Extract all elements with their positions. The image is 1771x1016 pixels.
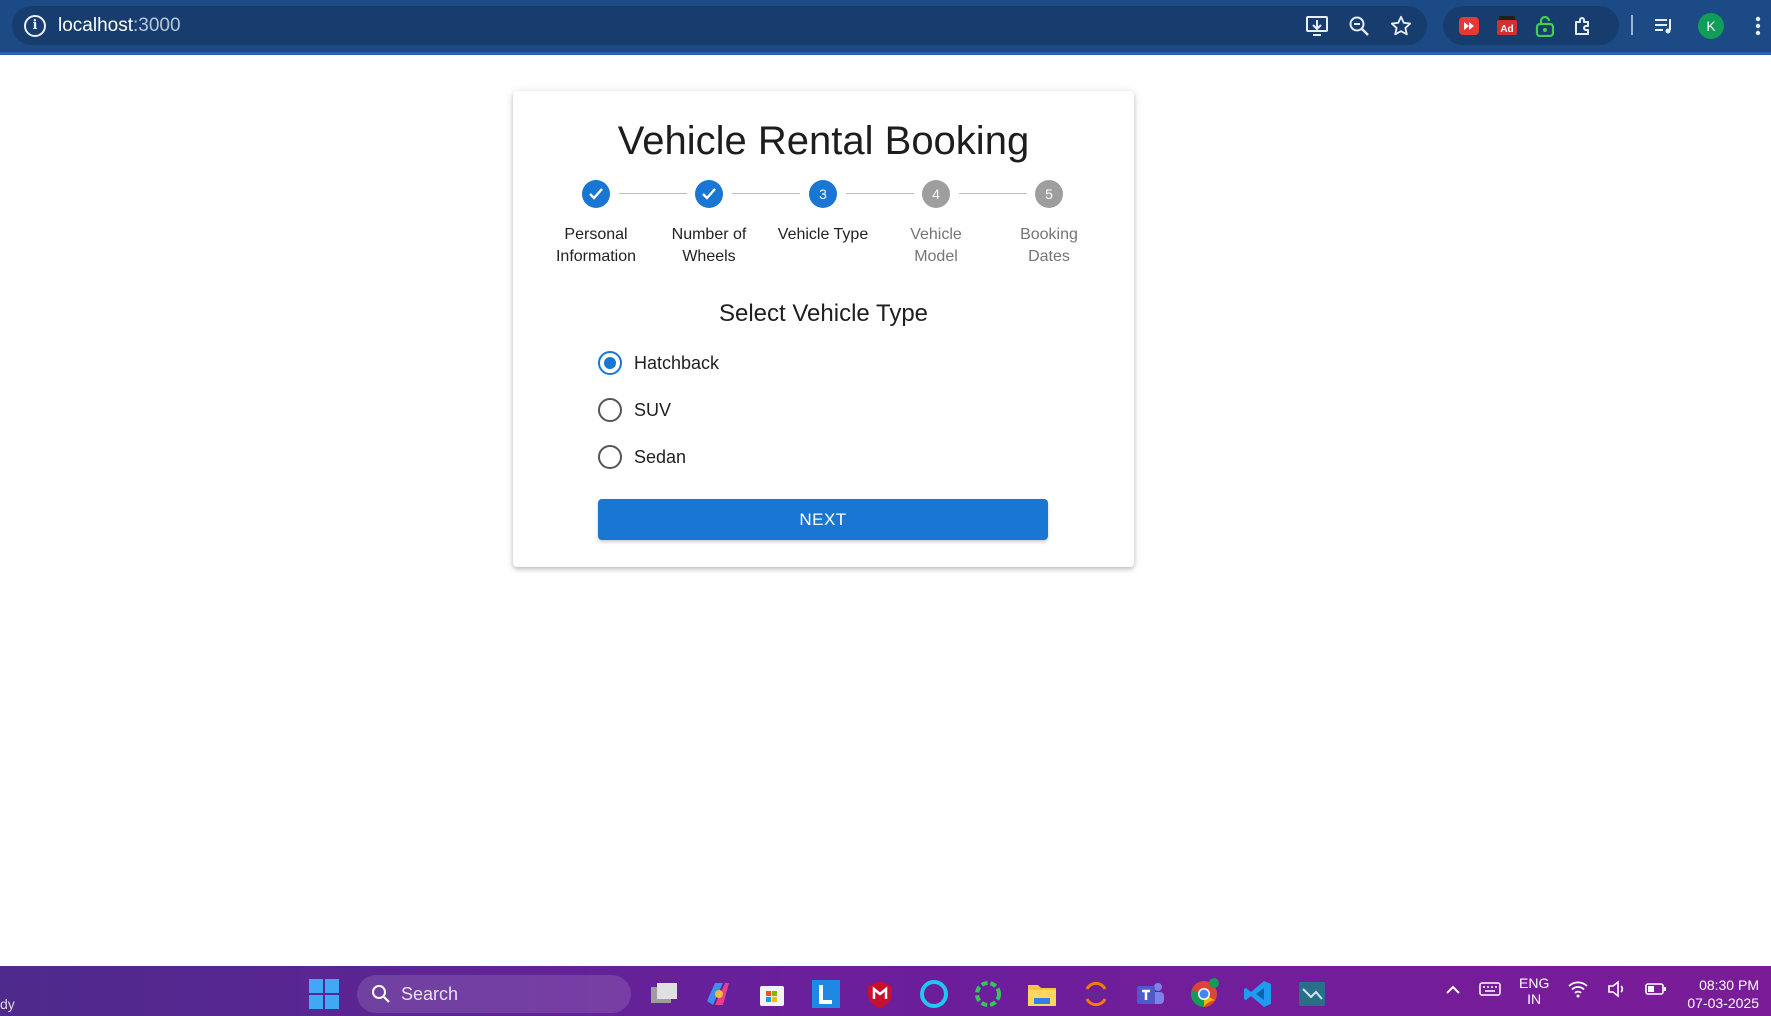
step-vehicle-type: 3 Vehicle Type (773, 180, 873, 246)
lock-extension-icon[interactable] (1533, 14, 1557, 38)
install-app-icon[interactable] (1305, 14, 1329, 38)
eclipse-icon[interactable] (1078, 977, 1113, 1012)
step-number: 3 (809, 180, 837, 208)
battery-icon[interactable] (1645, 982, 1667, 1001)
svg-text:Ad: Ad (1500, 24, 1513, 35)
page-title: Vehicle Rental Booking (617, 119, 1030, 163)
radio-option-suv[interactable]: SUV (598, 398, 671, 422)
radio-label[interactable]: SUV (634, 400, 671, 421)
status-fragment: dy (0, 996, 15, 1012)
step-number-of-wheels: Number of Wheels (659, 180, 759, 268)
step-personal-information: Personal Information (546, 180, 646, 268)
taskbar: dy Search ENG IN 08:30 PM 07-03-2025 (0, 966, 1771, 1016)
check-icon (582, 180, 610, 208)
check-icon (695, 180, 723, 208)
step-number: 4 (922, 180, 950, 208)
url-text[interactable]: localhost:3000 (58, 15, 181, 37)
toolbar-divider (1631, 15, 1633, 35)
video-extension-icon[interactable] (1457, 14, 1481, 38)
system-clock[interactable]: 08:30 PM 07-03-2025 (1687, 976, 1759, 1012)
step-booking-dates: 5 Booking Dates (999, 180, 1099, 268)
step-label: Number of Wheels (671, 226, 747, 265)
keyboard-icon[interactable] (1479, 981, 1501, 1002)
wifi-icon[interactable] (1567, 980, 1589, 1003)
chevron-up-icon[interactable] (1445, 982, 1461, 1000)
chrome-icon[interactable] (1186, 977, 1221, 1012)
address-bar[interactable]: i localhost:3000 (12, 6, 1427, 45)
next-button[interactable]: NEXT (598, 499, 1048, 540)
step-number: 5 (1035, 180, 1063, 208)
search-label: Search (401, 983, 459, 1004)
volume-icon[interactable] (1607, 979, 1627, 1003)
vscode-icon[interactable] (1240, 977, 1275, 1012)
copilot-icon[interactable] (700, 977, 735, 1012)
more-menu-icon[interactable] (1746, 14, 1770, 38)
alexa-icon[interactable] (916, 977, 951, 1012)
remote-app-icon[interactable] (1294, 977, 1329, 1012)
teams-icon[interactable] (1132, 977, 1167, 1012)
browser-toolbar: i localhost:3000 Ad K (0, 0, 1771, 55)
extensions-area: Ad (1443, 6, 1619, 45)
step-label: Booking Dates (1020, 226, 1078, 265)
file-explorer-icon[interactable] (1024, 977, 1059, 1012)
l-app-icon[interactable] (808, 977, 843, 1012)
radio-option-sedan[interactable]: Sedan (598, 445, 686, 469)
radio-label[interactable]: Hatchback (634, 353, 719, 374)
clock-time: 08:30 PM (1699, 977, 1759, 993)
radio-label[interactable]: Sedan (634, 447, 686, 468)
task-view-icon[interactable] (646, 977, 681, 1012)
bookmark-star-icon[interactable] (1389, 14, 1413, 38)
language-indicator[interactable]: ENG IN (1519, 975, 1549, 1007)
search-icon (372, 985, 390, 1003)
adblock-extension-icon[interactable]: Ad (1495, 14, 1519, 38)
profile-avatar[interactable]: K (1698, 12, 1724, 39)
zoom-icon[interactable] (1347, 14, 1371, 38)
mcafee-icon[interactable] (862, 977, 897, 1012)
section-title: Select Vehicle Type (718, 300, 929, 327)
microsoft-store-icon[interactable] (754, 977, 789, 1012)
taskbar-search[interactable]: Search (357, 975, 631, 1013)
clock-date: 07-03-2025 (1687, 995, 1759, 1011)
step-label: Vehicle Type (777, 226, 869, 243)
site-info-icon[interactable]: i (24, 14, 46, 37)
step-label: Vehicle Model (910, 226, 962, 265)
windows-start-icon[interactable] (309, 979, 339, 1009)
booking-card: Vehicle Rental Booking Personal Informati… (513, 91, 1134, 567)
radio-button[interactable] (598, 398, 622, 422)
radio-button[interactable] (598, 445, 622, 469)
radio-button[interactable] (598, 351, 622, 375)
reading-list-icon[interactable] (1652, 14, 1676, 38)
step-vehicle-model: 4 Vehicle Model (886, 180, 986, 268)
radio-option-hatchback[interactable]: Hatchback (598, 351, 719, 375)
green-ring-app-icon[interactable] (970, 977, 1005, 1012)
step-label: Personal Information (555, 226, 637, 265)
extensions-puzzle-icon[interactable] (1571, 14, 1595, 38)
